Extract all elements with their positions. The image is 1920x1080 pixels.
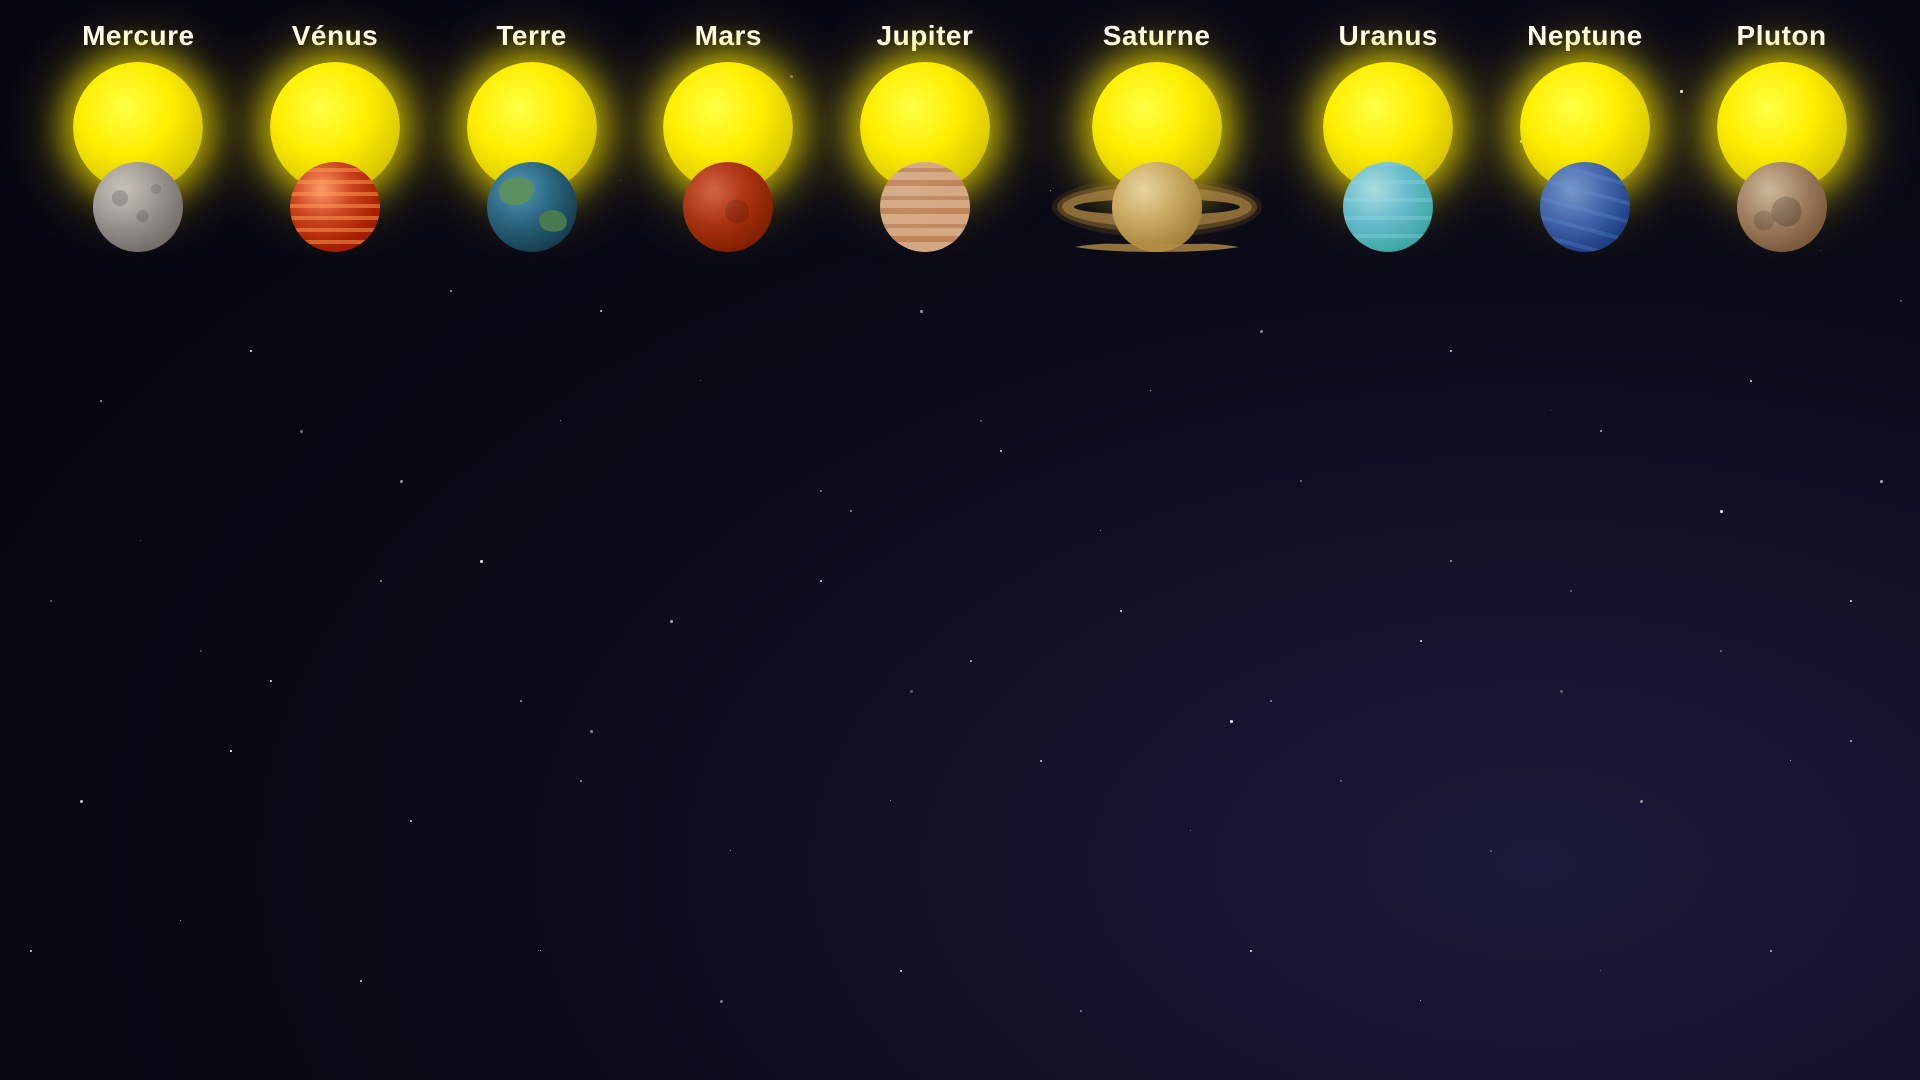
planet-column-mercure: Mercure <box>73 20 203 252</box>
uranus-body <box>1343 162 1433 252</box>
jupiter-body <box>880 162 970 252</box>
planet-label-saturne: Saturne <box>1103 20 1211 52</box>
neptune-body <box>1540 162 1630 252</box>
planet-column-uranus: Uranus <box>1323 20 1453 252</box>
planet-label-neptune: Neptune <box>1527 20 1643 52</box>
planets-container: Mercure Vénus Terre Mars Jupiter Saturne <box>0 0 1920 252</box>
mars-body <box>683 162 773 252</box>
planet-column-jupiter: Jupiter <box>860 20 990 252</box>
pluto-body <box>1737 162 1827 252</box>
earth-body <box>487 162 577 252</box>
planet-label-pluton: Pluton <box>1737 20 1827 52</box>
planet-column-venus: Vénus <box>270 20 400 252</box>
planet-label-venus: Vénus <box>292 20 379 52</box>
saturn-wrapper <box>1057 162 1257 252</box>
venus-body <box>290 162 380 252</box>
planet-label-jupiter: Jupiter <box>877 20 974 52</box>
planet-column-saturne: Saturne <box>1057 20 1257 252</box>
planet-label-uranus: Uranus <box>1339 20 1438 52</box>
planet-label-terre: Terre <box>496 20 566 52</box>
mercury-body <box>93 162 183 252</box>
saturn-body <box>1112 162 1202 252</box>
planet-column-pluton: Pluton <box>1717 20 1847 252</box>
planet-label-mercure: Mercure <box>82 20 194 52</box>
planet-column-terre: Terre <box>467 20 597 252</box>
planet-column-neptune: Neptune <box>1520 20 1650 252</box>
planet-label-mars: Mars <box>695 20 762 52</box>
planet-column-mars: Mars <box>663 20 793 252</box>
